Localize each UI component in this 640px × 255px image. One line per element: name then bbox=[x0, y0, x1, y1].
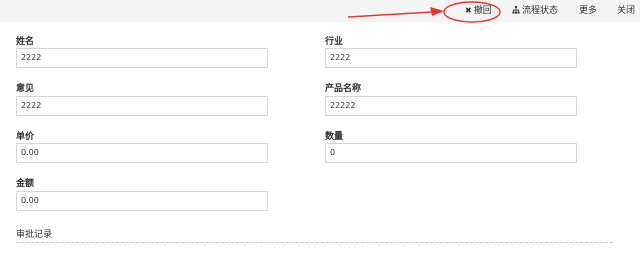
industry-field[interactable]: 2222 bbox=[325, 48, 577, 68]
unit-price-field[interactable]: 0.00 bbox=[16, 143, 268, 163]
more-button[interactable]: 更多 bbox=[579, 4, 597, 18]
amount-label: 金额 bbox=[16, 179, 35, 189]
product-name-field[interactable]: 22222 bbox=[325, 96, 577, 116]
name-label: 姓名 bbox=[16, 37, 35, 47]
name-field[interactable]: 2222 bbox=[16, 48, 268, 68]
product-name-label: 产品名称 bbox=[325, 84, 362, 94]
withdraw-button[interactable]: ✖ 撤回 bbox=[465, 4, 492, 18]
industry-label: 行业 bbox=[325, 37, 344, 47]
flow-status-button[interactable]: 流程状态 bbox=[512, 4, 558, 18]
close-x-icon: ✖ bbox=[465, 6, 472, 15]
approval-divider bbox=[16, 242, 613, 243]
opinion-field[interactable]: 2222 bbox=[16, 96, 268, 116]
approval-records-title: 审批记录 bbox=[16, 230, 53, 240]
unit-price-label: 单价 bbox=[16, 132, 35, 142]
amount-field[interactable]: 0.00 bbox=[16, 191, 268, 211]
flow-status-label: 流程状态 bbox=[522, 6, 559, 16]
opinion-label: 意见 bbox=[16, 84, 35, 94]
withdraw-label: 撤回 bbox=[473, 6, 492, 16]
quantity-label: 数量 bbox=[325, 132, 344, 142]
sitemap-icon bbox=[512, 4, 520, 18]
toolbar: ✖ 撤回 流程状态 更多 关闭 bbox=[0, 0, 640, 22]
quantity-field[interactable]: 0 bbox=[325, 143, 577, 163]
close-button[interactable]: 关闭 bbox=[617, 4, 635, 18]
